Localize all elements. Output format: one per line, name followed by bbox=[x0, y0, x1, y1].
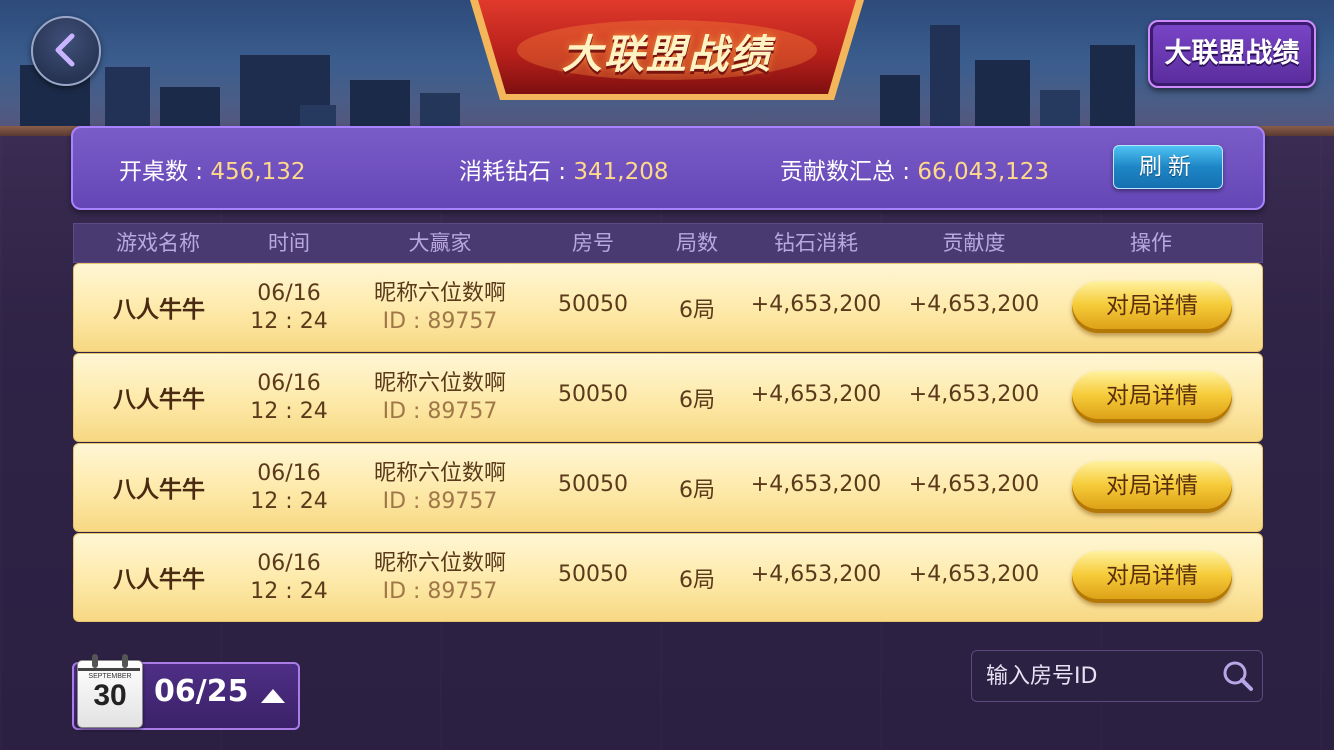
column-header: 时间 bbox=[268, 231, 310, 255]
column-header: 钻石消耗 bbox=[774, 231, 858, 255]
game-detail-button[interactable]: 对局详情 bbox=[1072, 461, 1232, 513]
table-row: 八人牛牛 06/16 12 : 24 昵称六位数啊 ID : 89757 500… bbox=[73, 263, 1263, 352]
calendar-day: 30 bbox=[93, 679, 127, 712]
title-banner: 大联盟战绩 bbox=[468, 0, 866, 104]
winner-id: ID : 89757 bbox=[382, 309, 498, 334]
big-winner: 昵称六位数啊 ID : 89757 bbox=[374, 460, 506, 516]
calendar-icon: SEPTEMBER 30 bbox=[77, 654, 143, 728]
tables-count: 开桌数 : 456,132 bbox=[119, 152, 306, 186]
contribution: +4,653,200 bbox=[908, 382, 1040, 407]
round-count: 6局 bbox=[679, 388, 715, 413]
table-row: 八人牛牛 06/16 12 : 24 昵称六位数啊 ID : 89757 500… bbox=[73, 533, 1263, 622]
game-detail-button[interactable]: 对局详情 bbox=[1072, 371, 1232, 423]
game-detail-button[interactable]: 对局详情 bbox=[1072, 551, 1232, 603]
diamonds-consumed-value: 341,208 bbox=[573, 159, 669, 185]
column-header: 贡献度 bbox=[942, 231, 1006, 255]
diamond-cost: +4,653,200 bbox=[750, 562, 882, 587]
game-date: 06/16 bbox=[257, 551, 321, 576]
diamonds-consumed: 消耗钻石 : 341,208 bbox=[459, 152, 669, 186]
winner-nickname: 昵称六位数啊 bbox=[373, 281, 507, 306]
winner-id: ID : 89757 bbox=[382, 489, 498, 514]
column-header: 大赢家 bbox=[408, 231, 472, 255]
round-count: 6局 bbox=[679, 298, 715, 323]
contribution-total-value: 66,043,123 bbox=[917, 159, 1050, 185]
alliance-record-button[interactable]: 大联盟战绩 bbox=[1148, 20, 1316, 88]
game-time: 06/16 12 : 24 bbox=[250, 460, 327, 516]
room-number: 50050 bbox=[558, 292, 628, 317]
column-header: 房号 bbox=[572, 231, 614, 255]
winner-nickname: 昵称六位数啊 bbox=[373, 371, 507, 396]
room-number: 50050 bbox=[558, 472, 628, 497]
column-header: 局数 bbox=[676, 231, 718, 255]
round-count: 6局 bbox=[679, 568, 715, 593]
contribution: +4,653,200 bbox=[908, 292, 1040, 317]
game-clock: 12 : 24 bbox=[250, 579, 328, 604]
refresh-button[interactable]: 刷新 bbox=[1113, 145, 1223, 189]
game-time: 06/16 12 : 24 bbox=[250, 550, 327, 606]
search-icon[interactable] bbox=[1222, 660, 1254, 692]
tables-count-value: 456,132 bbox=[210, 159, 306, 185]
game-name: 八人牛牛 bbox=[113, 387, 205, 413]
winner-id: ID : 89757 bbox=[382, 399, 498, 424]
game-date: 06/16 bbox=[257, 371, 321, 396]
triangle-up-icon bbox=[261, 689, 285, 703]
big-winner: 昵称六位数啊 ID : 89757 bbox=[374, 550, 506, 606]
table-header: 游戏名称 时间 大赢家 房号 局数 钻石消耗 贡献度 操作 bbox=[73, 223, 1263, 263]
contribution-total: 贡献数汇总 : 66,043,123 bbox=[780, 152, 1049, 186]
winner-nickname: 昵称六位数啊 bbox=[373, 551, 507, 576]
back-arrow-icon bbox=[55, 33, 75, 67]
winner-id: ID : 89757 bbox=[382, 579, 498, 604]
room-id-input[interactable] bbox=[984, 659, 1208, 693]
room-number: 50050 bbox=[558, 382, 628, 407]
tables-count-label: 开桌数 : bbox=[119, 159, 211, 185]
big-winner: 昵称六位数啊 ID : 89757 bbox=[374, 370, 506, 426]
game-clock: 12 : 24 bbox=[250, 309, 328, 334]
big-winner: 昵称六位数啊 ID : 89757 bbox=[374, 280, 506, 336]
contribution: +4,653,200 bbox=[908, 562, 1040, 587]
game-detail-button[interactable]: 对局详情 bbox=[1072, 281, 1232, 333]
game-date: 06/16 bbox=[257, 281, 321, 306]
game-time: 06/16 12 : 24 bbox=[250, 370, 327, 426]
diamond-cost: +4,653,200 bbox=[750, 292, 882, 317]
room-number: 50050 bbox=[558, 562, 628, 587]
game-date: 06/16 bbox=[257, 461, 321, 486]
column-header: 操作 bbox=[1130, 231, 1172, 255]
table-row: 八人牛牛 06/16 12 : 24 昵称六位数啊 ID : 89757 500… bbox=[73, 443, 1263, 532]
diamond-cost: +4,653,200 bbox=[750, 382, 882, 407]
contribution-total-label: 贡献数汇总 : bbox=[780, 159, 918, 185]
diamond-cost: +4,653,200 bbox=[750, 472, 882, 497]
round-count: 6局 bbox=[679, 478, 715, 503]
selected-date: 06/25 bbox=[154, 674, 249, 709]
contribution: +4,653,200 bbox=[908, 472, 1040, 497]
room-id-search bbox=[971, 650, 1263, 702]
game-name: 八人牛牛 bbox=[113, 297, 205, 323]
game-clock: 12 : 24 bbox=[250, 399, 328, 424]
table-row: 八人牛牛 06/16 12 : 24 昵称六位数啊 ID : 89757 500… bbox=[73, 353, 1263, 442]
diamonds-consumed-label: 消耗钻石 : bbox=[459, 159, 574, 185]
back-button[interactable] bbox=[31, 16, 101, 86]
game-name: 八人牛牛 bbox=[113, 567, 205, 593]
winner-nickname: 昵称六位数啊 bbox=[373, 461, 507, 486]
column-header: 游戏名称 bbox=[116, 231, 200, 255]
game-time: 06/16 12 : 24 bbox=[250, 280, 327, 336]
game-name: 八人牛牛 bbox=[113, 477, 205, 503]
date-picker[interactable]: SEPTEMBER 30 06/25 bbox=[72, 654, 300, 730]
summary-bar: 开桌数 : 456,132 消耗钻石 : 341,208 贡献数汇总 : 66,… bbox=[71, 126, 1265, 210]
game-clock: 12 : 24 bbox=[250, 489, 328, 514]
page-title: 大联盟战绩 bbox=[562, 32, 772, 78]
